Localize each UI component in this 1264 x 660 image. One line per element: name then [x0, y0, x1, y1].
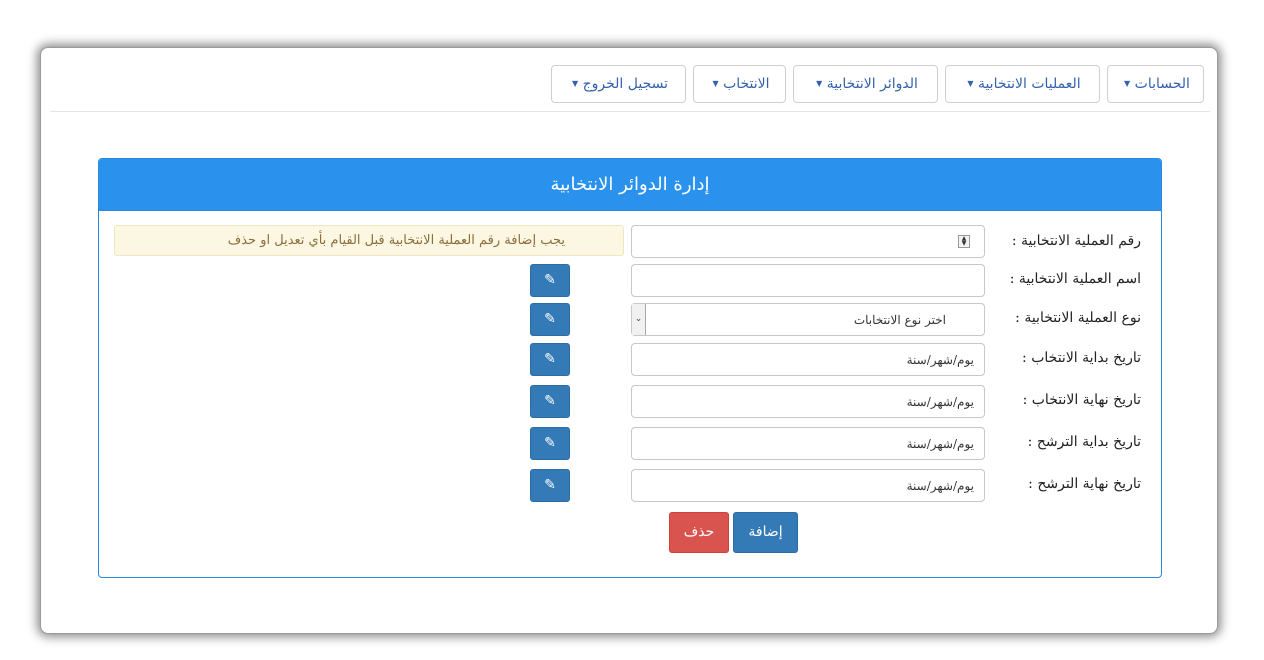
edit-icon: ✎	[544, 477, 556, 493]
edit-icon: ✎	[544, 351, 556, 367]
election-end-value: يوم/شهر/سنة	[906, 395, 974, 409]
nav-election-dropdown[interactable]: الانتخاب ▼	[693, 65, 786, 103]
nav-accounts-label: الحسابات	[1134, 76, 1190, 92]
edit-election-start-button[interactable]: ✎	[530, 343, 570, 376]
operation-type-selected: اختر نوع الانتخابات	[853, 313, 946, 327]
operation-type-label: نوع العملية الانتخابية :	[1015, 310, 1141, 326]
number-spinner-icon[interactable]: ▲ ▼	[958, 235, 970, 248]
edit-operation-type-button[interactable]: ✎	[530, 303, 570, 336]
candidacy-end-label: تاريخ نهاية الترشح :	[1028, 476, 1141, 492]
caret-down-icon: ▼	[1124, 79, 1131, 88]
candidacy-start-value: يوم/شهر/سنة	[906, 437, 974, 451]
edit-candidacy-start-button[interactable]: ✎	[530, 427, 570, 460]
edit-icon: ✎	[544, 393, 556, 409]
nav-logout-label: تسجيل الخروج	[582, 76, 669, 92]
nav-logout-dropdown[interactable]: تسجيل الخروج ▼	[551, 65, 686, 103]
add-button[interactable]: إضافة	[733, 512, 798, 553]
panel-title: إدارة الدوائر الانتخابية	[99, 159, 1161, 211]
candidacy-start-label: تاريخ بداية الترشح :	[1027, 434, 1141, 450]
caret-down-icon: ▼	[816, 79, 823, 88]
edit-election-end-button[interactable]: ✎	[530, 385, 570, 418]
election-start-label: تاريخ بداية الانتخاب :	[1022, 350, 1141, 366]
nav-districts-dropdown[interactable]: الدوائر الانتخابية ▼	[793, 65, 938, 103]
nav-election-label: الانتخاب	[723, 76, 770, 92]
operation-name-label: اسم العملية الانتخابية :	[1009, 271, 1141, 287]
election-start-value: يوم/شهر/سنة	[906, 353, 974, 367]
top-navbar: الحسابات ▼ العمليات الانتخابية ▼ الدوائر…	[50, 48, 1210, 112]
operation-name-input[interactable]	[631, 264, 985, 297]
chevron-down-icon: ⌄	[632, 304, 646, 335]
edit-operation-name-button[interactable]: ✎	[530, 264, 570, 297]
operation-number-input[interactable]: ▲ ▼	[631, 225, 985, 258]
edit-candidacy-end-button[interactable]: ✎	[530, 469, 570, 502]
candidacy-end-value: يوم/شهر/سنة	[906, 479, 974, 493]
candidacy-start-date-input[interactable]: يوم/شهر/سنة	[631, 427, 985, 460]
nav-districts-label: الدوائر الانتخابية	[826, 76, 918, 92]
election-end-label: تاريخ نهاية الانتخاب :	[1022, 392, 1141, 408]
nav-accounts-dropdown[interactable]: الحسابات ▼	[1107, 65, 1204, 103]
election-end-date-input[interactable]: يوم/شهر/سنة	[631, 385, 985, 418]
operation-number-label: رقم العملية الانتخابية :	[1011, 233, 1141, 249]
districts-management-panel: إدارة الدوائر الانتخابية رقم العملية الا…	[98, 158, 1162, 578]
caret-down-icon: ▼	[967, 79, 974, 88]
caret-down-icon: ▼	[712, 79, 719, 88]
edit-icon: ✎	[544, 272, 556, 288]
election-start-date-input[interactable]: يوم/شهر/سنة	[631, 343, 985, 376]
delete-button[interactable]: حذف	[669, 512, 729, 553]
warning-alert: يجب إضافة رقم العملية الانتخابية قبل الق…	[114, 225, 624, 256]
nav-operations-dropdown[interactable]: العمليات الانتخابية ▼	[945, 65, 1100, 103]
operation-type-select[interactable]: اختر نوع الانتخابات ⌄	[631, 303, 985, 336]
nav-operations-label: العمليات الانتخابية	[977, 76, 1081, 92]
caret-down-icon: ▼	[571, 79, 579, 88]
edit-icon: ✎	[544, 435, 556, 451]
candidacy-end-date-input[interactable]: يوم/شهر/سنة	[631, 469, 985, 502]
app-window: الحسابات ▼ العمليات الانتخابية ▼ الدوائر…	[40, 47, 1218, 634]
edit-icon: ✎	[544, 311, 556, 327]
